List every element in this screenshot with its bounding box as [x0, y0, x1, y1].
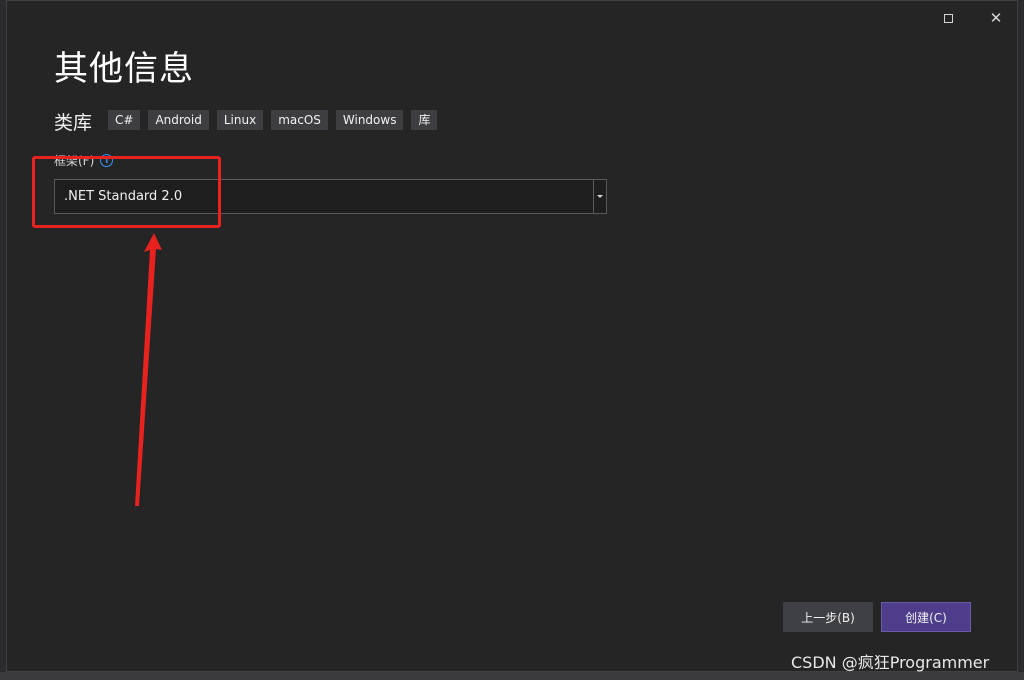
annotation-arrow-shape	[135, 233, 162, 506]
annotation-arrow	[135, 233, 162, 506]
watermark: CSDN @疯狂Programmer	[791, 653, 990, 672]
